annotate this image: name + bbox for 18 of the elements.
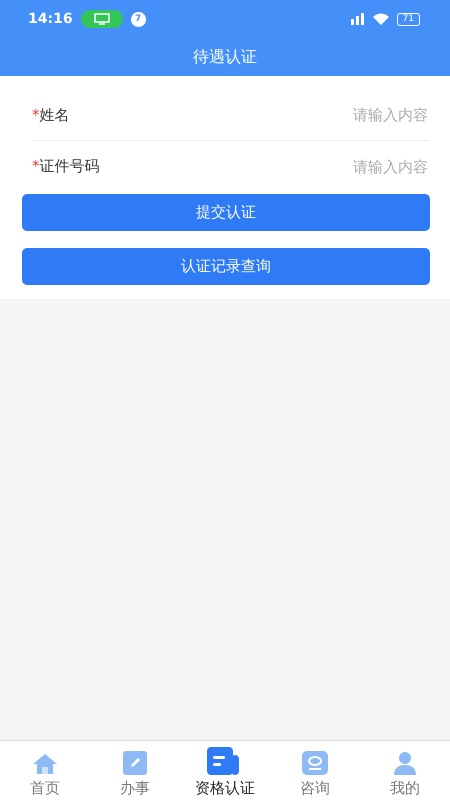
pencil-icon — [123, 751, 147, 775]
nav-tab[interactable]: 咨询 — [270, 741, 360, 800]
status-time: 14:16 — [28, 11, 73, 27]
field-label: *证件号码 — [32, 157, 100, 176]
nav-tab[interactable]: 办事 — [90, 741, 180, 800]
nav-tab[interactable]: 资格认证 — [180, 741, 270, 800]
query-button[interactable]: 认证记录查询 — [22, 248, 430, 285]
notification-count: 7 — [130, 12, 146, 26]
wifi-icon — [372, 13, 389, 25]
nav-tab[interactable]: 我的 — [360, 741, 450, 800]
nav-tab[interactable]: 首页 — [0, 741, 90, 800]
user-icon — [393, 751, 417, 775]
page-title: 待遇认证 — [192, 46, 258, 68]
battery-level: 71 — [396, 12, 420, 26]
home-icon — [32, 753, 58, 775]
field-label: *姓名 — [32, 106, 70, 124]
submit-button[interactable]: 提交认证 — [22, 194, 430, 231]
monitor-icon — [94, 13, 110, 25]
